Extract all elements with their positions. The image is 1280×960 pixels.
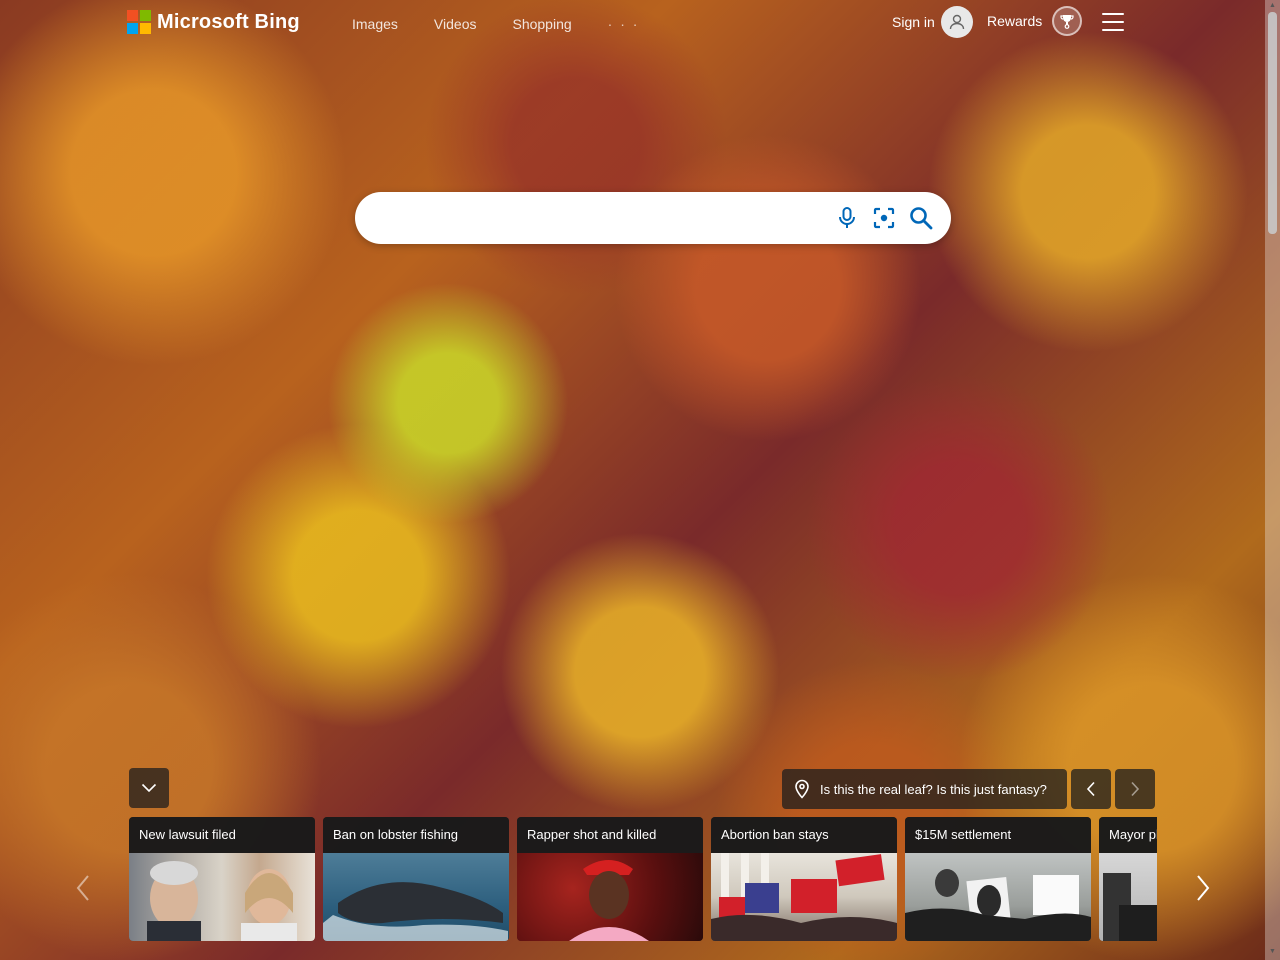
nav-images[interactable]: Images <box>352 16 398 32</box>
chevron-left-icon <box>76 875 89 901</box>
logo-text: Microsoft Bing <box>157 10 300 33</box>
news-card[interactable]: New lawsuit filed <box>129 817 315 941</box>
news-card-title: Rapper shot and killed <box>517 817 703 853</box>
scroll-up-icon[interactable]: ▲ <box>1268 2 1277 10</box>
image-caption-text: Is this the real leaf? Is this just fant… <box>820 781 1047 797</box>
collapse-feed-button[interactable] <box>129 768 169 808</box>
carousel-next-button[interactable] <box>1188 868 1218 908</box>
news-card-image <box>129 853 315 941</box>
header: Microsoft Bing Images Videos Shopping · … <box>0 0 1280 46</box>
trophy-icon <box>1052 6 1083 36</box>
scrollbar-thumb[interactable] <box>1268 12 1277 234</box>
news-card-image <box>323 853 509 941</box>
nav-shopping[interactable]: Shopping <box>512 16 571 32</box>
news-card-image <box>711 853 897 941</box>
page-scrollbar[interactable]: ▲ ▼ <box>1265 0 1280 960</box>
search-input[interactable] <box>369 202 829 234</box>
menu-icon[interactable] <box>1102 13 1124 31</box>
previous-image-button[interactable] <box>1071 769 1111 809</box>
nav-videos[interactable]: Videos <box>434 16 477 32</box>
news-card[interactable]: $15M settlement <box>905 817 1091 941</box>
news-card[interactable]: Abortion ban stays <box>711 817 897 941</box>
search-icon[interactable] <box>908 205 934 231</box>
carousel-prev-button[interactable] <box>68 868 98 908</box>
chevron-left-icon <box>1086 781 1095 797</box>
news-carousel: New lawsuit filed Ban on lobster fishing… <box>129 817 1157 941</box>
sign-in-label: Sign in <box>892 14 935 30</box>
visual-search-icon[interactable] <box>871 205 897 231</box>
news-card[interactable]: Ban on lobster fishing <box>323 817 509 941</box>
bing-logo[interactable]: Microsoft Bing <box>127 10 300 34</box>
sign-in-button[interactable]: Sign in <box>892 6 973 38</box>
chevron-right-icon <box>1197 875 1210 901</box>
news-card[interactable]: Mayor pl <box>1099 817 1157 941</box>
news-card-title: New lawsuit filed <box>129 817 315 853</box>
rewards-label: Rewards <box>987 13 1043 29</box>
image-info-button[interactable]: Is this the real leaf? Is this just fant… <box>782 769 1067 809</box>
news-card-title: $15M settlement <box>905 817 1091 853</box>
next-image-button[interactable] <box>1115 769 1155 809</box>
news-card[interactable]: Rapper shot and killed <box>517 817 703 941</box>
news-card-title: Mayor pl <box>1099 817 1157 853</box>
nav-more[interactable]: · · · <box>608 16 640 32</box>
news-card-image <box>517 853 703 941</box>
location-pin-icon <box>795 779 809 799</box>
microphone-icon[interactable] <box>834 205 860 231</box>
chevron-down-icon <box>141 783 157 793</box>
news-card-title: Ban on lobster fishing <box>323 817 509 853</box>
news-card-title: Abortion ban stays <box>711 817 897 853</box>
avatar-icon <box>940 6 973 38</box>
search-box <box>355 192 951 244</box>
chevron-right-icon <box>1131 781 1140 797</box>
news-card-image <box>1099 853 1157 941</box>
news-card-image <box>905 853 1091 941</box>
microsoft-logo-icon <box>127 10 151 34</box>
rewards-button[interactable]: Rewards <box>987 6 1083 36</box>
top-nav: Images Videos Shopping · · · <box>352 16 639 32</box>
scroll-down-icon[interactable]: ▼ <box>1268 948 1277 956</box>
